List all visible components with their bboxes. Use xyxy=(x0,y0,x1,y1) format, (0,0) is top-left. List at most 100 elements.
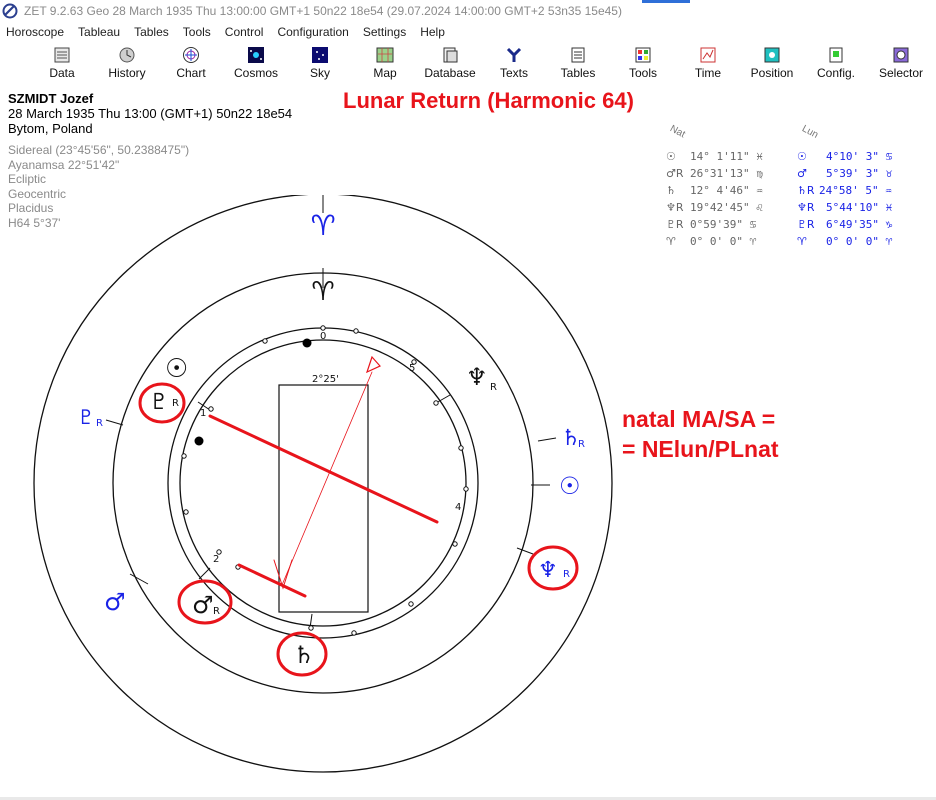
toolbar-sky-button[interactable]: Sky xyxy=(288,43,352,83)
lunar-position: 0° 0' 0" ♈ xyxy=(826,235,893,248)
toolbar-config-button[interactable]: Config. xyxy=(804,43,868,83)
time-icon xyxy=(700,47,716,63)
annotation-title: Lunar Return (Harmonic 64) xyxy=(343,88,634,113)
neptune-lunar-retro: R xyxy=(563,569,570,580)
person-name: SZMIDT Jozef xyxy=(8,91,94,106)
mars-natal-retro: R xyxy=(213,606,220,617)
natal-position: 12° 4'46" ♒ xyxy=(690,184,763,197)
birth-datetime: 28 March 1935 Thu 13:00 (GMT+1) 50n22 18… xyxy=(8,106,293,121)
position-icon xyxy=(764,47,780,63)
tools-icon xyxy=(635,47,651,63)
lunar-position: 5°39' 3" ♉ xyxy=(826,167,893,180)
natal-column-header: Nat xyxy=(668,123,687,141)
positions-table: Nat Lun ☉ 14° 1'11" ♓ ☉ 4°10' 3" ♋ ♂R 26… xyxy=(664,122,924,257)
annotation-line-1: natal MA/SA = xyxy=(622,406,776,432)
toolbar-chart-button[interactable]: Chart xyxy=(159,43,223,83)
toolbar-history-button[interactable]: History xyxy=(95,43,159,83)
lunar-position: 5°44'10" ♓ xyxy=(826,201,893,214)
midpoint-rectangle: 2°25' xyxy=(278,374,369,613)
pluto-natal-retro: R xyxy=(172,398,179,409)
pluto-natal-icon: ♇ xyxy=(149,390,169,415)
selector-icon xyxy=(893,47,909,63)
neptune-natal-retro: R xyxy=(490,382,497,393)
toolbar-database-button[interactable]: Database xyxy=(418,43,482,83)
position-row-sun: ☉ 14° 1'11" ♓ ☉ 4°10' 3" ♋ xyxy=(664,150,924,167)
toolbar-map-button[interactable]: Map xyxy=(353,43,417,83)
toolbar-tools-button[interactable]: Tools xyxy=(611,43,675,83)
aries-point-natal-icon: ♈ xyxy=(311,277,334,307)
menu-bar: Horoscope Tableau Tables Tools Control C… xyxy=(0,22,936,42)
toolbar-selector-button[interactable]: Selector xyxy=(869,43,933,83)
sky-icon xyxy=(312,47,328,63)
horoscope-wheel[interactable]: 0 1 2 3 4 5 2°25' ♈ ♆ R ☉ ♇ R ♂ R ♄ ♈ ♄ … xyxy=(0,195,620,800)
title-bar-accent xyxy=(642,0,690,3)
neptune-lunar-icon: ♆ xyxy=(538,558,558,583)
app-logo-icon xyxy=(2,3,18,19)
menu-control[interactable]: Control xyxy=(218,25,271,39)
lunar-position: 4°10' 3" ♋ xyxy=(826,150,893,163)
menu-tables[interactable]: Tables xyxy=(127,25,176,39)
position-row-saturn: ♄ 12° 4'46" ♒ ♄R 24°58' 5" ♒ xyxy=(664,184,924,201)
mars-natal-icon: ♂R xyxy=(666,167,684,180)
toolbar-position-button[interactable]: Position xyxy=(740,43,804,83)
natal-position: 14° 1'11" ♓ xyxy=(690,150,763,163)
aries-point-lunar-icon: ♈ xyxy=(310,209,335,242)
toolbar-cosmos-button[interactable]: Cosmos xyxy=(224,43,288,83)
house-number-5: 5 xyxy=(409,363,415,374)
annotation-line-2: = NElun/PLnat xyxy=(622,436,779,462)
position-row-neptune: ♆R 19°42'45" ♌ ♆R 5°44'10" ♓ xyxy=(664,201,924,218)
saturn-lunar-icon: ♄R xyxy=(797,184,815,197)
pluto-lunar-retro: R xyxy=(96,418,103,429)
pluto-lunar-icon: ♇ xyxy=(77,405,95,429)
window-title: ZET 9.2.63 Geo 28 March 1935 Thu 13:00:0… xyxy=(24,4,622,18)
setting-zodiac: Sidereal (23°45'56", 50.2388475") xyxy=(8,143,190,157)
cosmos-icon xyxy=(248,47,264,63)
pluto-natal-icon: ♇R xyxy=(666,218,684,231)
menu-horoscope[interactable]: Horoscope xyxy=(0,25,71,39)
toolbar: Data History Chart Cosmos Sky Map Databa… xyxy=(0,43,936,83)
setting-coordinates: Ecliptic xyxy=(8,172,47,186)
neptune-lunar-icon: ♆R xyxy=(797,201,815,214)
lunar-column-header: Lun xyxy=(800,123,820,141)
pluto-lunar-icon: ♇R xyxy=(797,218,815,231)
neptune-natal-icon: ♆ xyxy=(466,363,488,391)
toolbar-time-button[interactable]: Time xyxy=(676,43,740,83)
menu-tableau[interactable]: Tableau xyxy=(71,25,127,39)
saturn-natal-icon: ♄ xyxy=(293,641,315,669)
lunar-position: 24°58' 5" ♒ xyxy=(819,184,892,197)
data-icon xyxy=(54,47,70,63)
house-number-2: 2 xyxy=(213,554,219,565)
map-icon xyxy=(376,47,394,63)
sun-lunar-icon: ☉ xyxy=(797,150,807,163)
setting-ayanamsa: Ayanamsa 22°51'42" xyxy=(8,157,120,172)
toolbar-texts-button[interactable]: Texts xyxy=(482,43,546,83)
menu-configuration[interactable]: Configuration xyxy=(270,25,355,39)
sun-natal-icon: ☉ xyxy=(666,150,676,163)
toolbar-data-button[interactable]: Data xyxy=(30,43,94,83)
title-bar: ZET 9.2.63 Geo 28 March 1935 Thu 13:00:0… xyxy=(0,0,936,22)
aries-lunar-icon: ♈ xyxy=(797,235,807,248)
black-point-marker xyxy=(194,436,204,446)
menu-tools[interactable]: Tools xyxy=(176,25,218,39)
chart-icon xyxy=(183,47,199,63)
natal-position: 19°42'45" ♌ xyxy=(690,201,763,214)
house-number-0: 0 xyxy=(320,331,326,342)
toolbar-tables-button[interactable]: Tables xyxy=(546,43,610,83)
menu-settings[interactable]: Settings xyxy=(356,25,413,39)
lunar-position: 6°49'35" ♑ xyxy=(826,218,893,231)
birth-place: Bytom, Poland xyxy=(8,121,93,136)
database-icon xyxy=(443,47,458,63)
menu-help[interactable]: Help xyxy=(413,25,452,39)
position-row-pluto: ♇R 0°59'39" ♋ ♇R 6°49'35" ♑ xyxy=(664,218,924,235)
natal-position: 26°31'13" ♍ xyxy=(690,167,763,180)
config-icon xyxy=(829,47,843,63)
mars-lunar-icon: ♂ xyxy=(104,588,126,616)
position-row-mars: ♂R 26°31'13" ♍ ♂ 5°39' 3" ♉ xyxy=(664,167,924,184)
history-icon xyxy=(119,47,135,63)
aries-natal-icon: ♈ xyxy=(666,235,676,248)
mars-lunar-icon: ♂ xyxy=(797,167,807,180)
tables-icon xyxy=(571,47,585,63)
sun-lunar-icon: ☉ xyxy=(559,472,581,500)
natal-position: 0° 0' 0" ♈ xyxy=(690,235,757,248)
house-number-1: 1 xyxy=(200,408,206,419)
